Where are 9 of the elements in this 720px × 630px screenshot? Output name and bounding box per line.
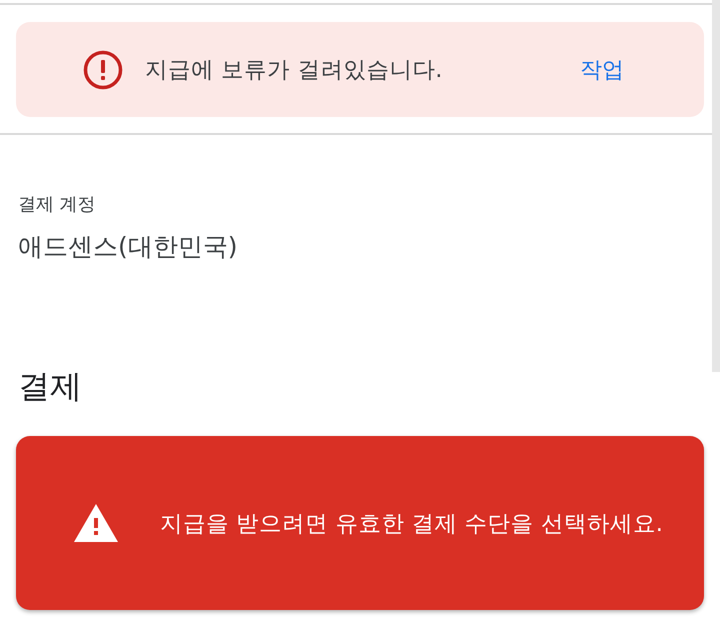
warning-icon xyxy=(74,504,118,542)
section-heading: 결제 xyxy=(18,366,82,406)
scrollbar[interactable] xyxy=(712,0,720,372)
field-label: 결제 계정 xyxy=(18,193,97,217)
banner-message: 지급에 보류가 걸려있습니다. xyxy=(145,56,442,85)
account-value: 애드센스(대한민국) xyxy=(18,231,239,263)
exclamation-circle-icon xyxy=(83,50,123,90)
action-link[interactable]: 작업 xyxy=(580,54,624,84)
banner-message: 지급을 받으려면 유효한 결제 수단을 선택하세요. xyxy=(160,510,663,538)
